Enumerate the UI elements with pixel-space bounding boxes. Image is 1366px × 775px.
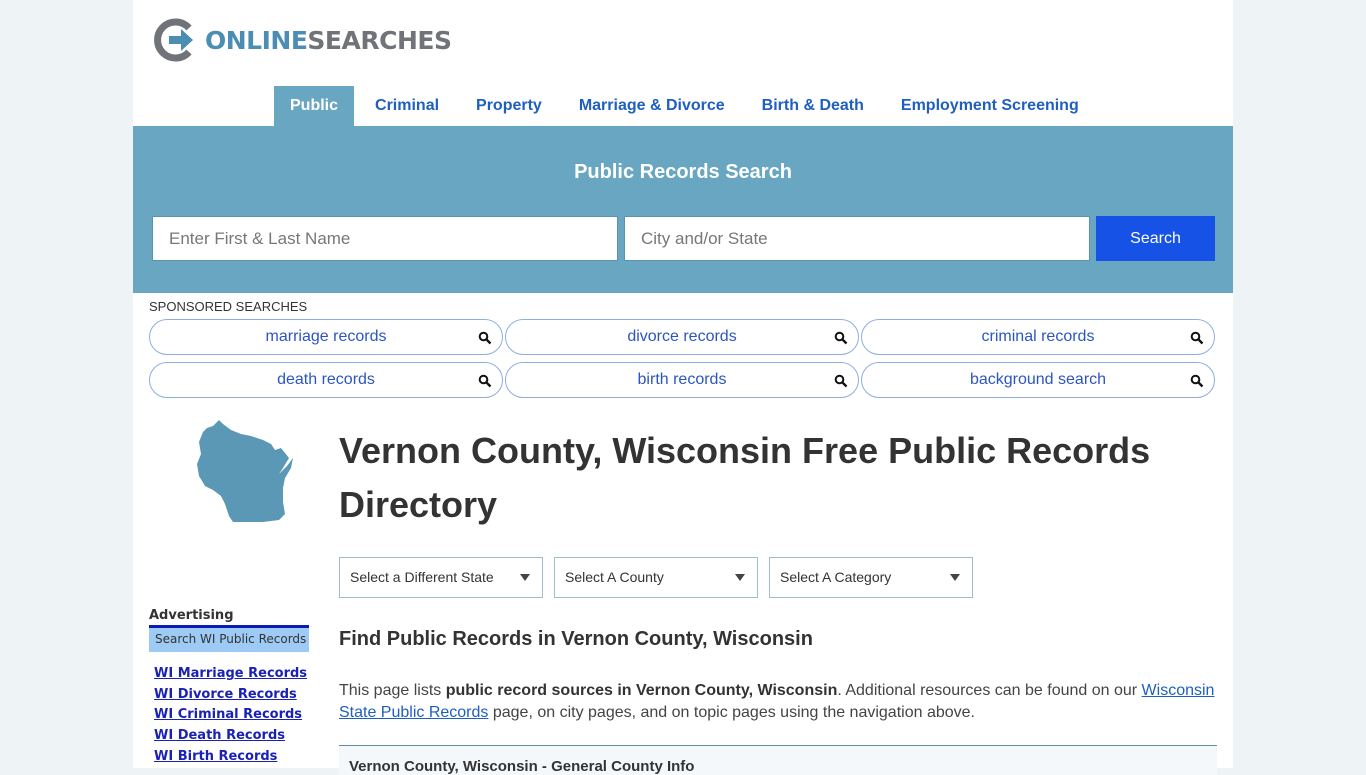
caret-down-icon — [735, 574, 745, 581]
page-title: Vernon County, Wisconsin Free Public Rec… — [339, 430, 1151, 525]
category-select[interactable]: Select A Category — [769, 557, 973, 598]
ad-link[interactable]: WI Birth Records — [154, 747, 307, 768]
ad-link[interactable]: WI Divorce Records — [154, 685, 307, 706]
intro-paragraph: This page lists public record sources in… — [339, 682, 1215, 721]
ad-links: WI Marriage Records WI Divorce Records W… — [154, 664, 307, 768]
sponsored-search-link[interactable]: death records — [149, 362, 503, 398]
name-input[interactable] — [152, 216, 618, 261]
sponsored-search-link[interactable]: divorce records — [505, 319, 859, 355]
sponsored-search-link[interactable]: criminal records — [861, 319, 1215, 355]
state-select[interactable]: Select a Different State — [339, 557, 543, 598]
wisconsin-map-icon — [197, 420, 293, 522]
sponsored-searches: marriage records divorce records crimina… — [149, 319, 1215, 398]
search-icon — [478, 374, 492, 388]
site-logo[interactable]: ONLINESEARCHES — [153, 18, 452, 62]
section-heading: Find Public Records in Vernon County, Wi… — [339, 628, 813, 650]
location-input[interactable] — [624, 216, 1090, 261]
main-nav: Public Criminal Property Marriage & Divo… — [274, 86, 1100, 126]
caret-down-icon — [950, 574, 960, 581]
caret-down-icon — [520, 574, 530, 581]
search-button[interactable]: Search — [1096, 216, 1215, 261]
sponsored-search-link[interactable]: background search — [861, 362, 1215, 398]
logo-text: ONLINESEARCHES — [205, 25, 452, 55]
ad-heading: Search WI Public Records — [149, 625, 309, 652]
search-title: Public Records Search — [574, 161, 792, 183]
county-select[interactable]: Select A County — [554, 557, 758, 598]
general-county-info: Vernon County, Wisconsin - General Count… — [339, 745, 1217, 775]
search-icon — [834, 374, 848, 388]
sponsored-label: SPONSORED SEARCHES — [149, 299, 308, 314]
sponsored-search-link[interactable]: marriage records — [149, 319, 503, 355]
advertising-label: Advertising — [149, 608, 234, 623]
nav-birth-death[interactable]: Birth & Death — [746, 86, 880, 126]
nav-employment-screening[interactable]: Employment Screening — [885, 86, 1095, 126]
filter-selects: Select a Different State Select A County… — [339, 557, 984, 598]
ad-link[interactable]: WI Criminal Records — [154, 705, 307, 726]
search-hero: Public Records Search Search — [133, 126, 1233, 293]
search-icon — [834, 331, 848, 345]
sponsored-search-link[interactable]: birth records — [505, 362, 859, 398]
search-icon — [1190, 374, 1204, 388]
page: ONLINESEARCHES Public Criminal Property … — [133, 0, 1233, 775]
nav-criminal[interactable]: Criminal — [359, 86, 455, 126]
logo-icon — [154, 18, 193, 62]
info-box-title: Vernon County, Wisconsin - General Count… — [349, 758, 695, 775]
nav-marriage-divorce[interactable]: Marriage & Divorce — [563, 86, 741, 126]
ad-link[interactable]: WI Marriage Records — [154, 664, 307, 685]
search-icon — [478, 331, 492, 345]
nav-property[interactable]: Property — [460, 86, 558, 126]
ad-link[interactable]: WI Death Records — [154, 726, 307, 747]
search-icon — [1190, 331, 1204, 345]
nav-public[interactable]: Public — [274, 86, 355, 126]
